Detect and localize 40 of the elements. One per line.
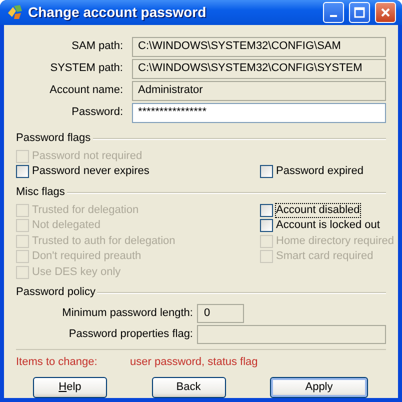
field-label: Password: — [70, 106, 124, 120]
checkbox: Not delegated — [16, 218, 260, 234]
path-field: Administrator — [132, 80, 386, 100]
field-label: Account name: — [48, 84, 124, 98]
status-text: user password, status flag — [130, 356, 258, 370]
window-title: Change account password — [28, 4, 208, 21]
checkbox[interactable]: Account is locked out — [260, 218, 394, 234]
field-label: SYSTEM path: — [49, 62, 124, 76]
section-title: Password flags — [16, 132, 91, 146]
input-field[interactable]: 0 — [197, 304, 244, 323]
minimize-button[interactable] — [323, 2, 344, 23]
dialog-button[interactable]: Help — [33, 377, 107, 398]
checkbox[interactable]: Account disabled — [260, 202, 394, 218]
maximize-icon — [354, 6, 365, 18]
close-icon — [380, 6, 391, 18]
path-field: C:\WINDOWS\SYSTEM32\CONFIG\SAM — [132, 36, 386, 56]
checkbox[interactable]: Password never expires — [16, 164, 260, 180]
checkbox: Use DES key only — [16, 264, 260, 280]
section-title: Misc flags — [16, 186, 65, 200]
dialog-button[interactable]: Back — [152, 377, 226, 398]
checkbox[interactable]: Password expired — [260, 164, 386, 180]
field-label: SAM path: — [70, 40, 124, 54]
checkbox: Trusted to auth for delegation — [16, 234, 260, 249]
password-field[interactable]: **************** — [132, 102, 386, 122]
dialog-button[interactable]: Apply — [270, 377, 368, 398]
checkbox: Don't required preauth — [16, 249, 260, 264]
status-label: Items to change: — [16, 356, 98, 370]
section-title: Password policy — [16, 286, 96, 300]
close-button[interactable] — [375, 2, 396, 23]
field-label: Password properties flag: — [68, 328, 194, 342]
checkbox: Home directory required — [260, 234, 394, 249]
field-label: Minimum password length: — [61, 306, 194, 320]
minimize-icon — [330, 15, 337, 18]
maximize-button[interactable] — [349, 2, 370, 23]
checkbox: Password not required — [16, 148, 260, 164]
path-field: C:\WINDOWS\SYSTEM32\CONFIG\SYSTEM — [132, 58, 386, 78]
app-icon — [6, 3, 24, 22]
input-field[interactable] — [197, 325, 386, 344]
checkbox: Smart card required — [260, 249, 394, 264]
checkbox: Trusted for delegation — [16, 202, 260, 218]
